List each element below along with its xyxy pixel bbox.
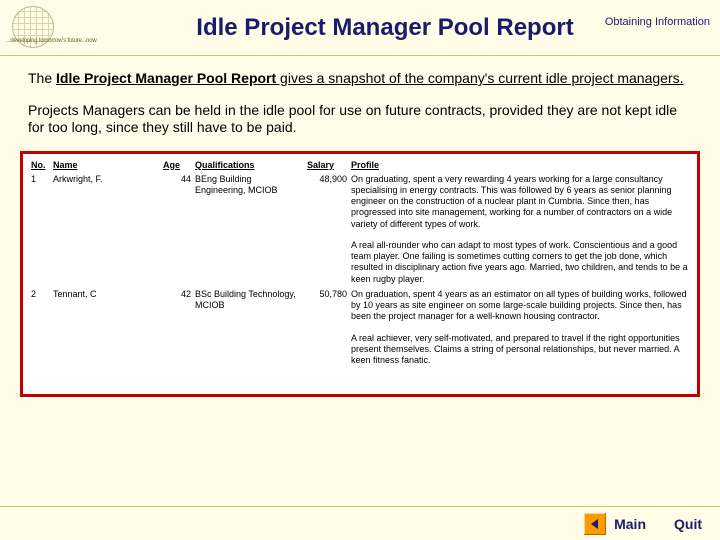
- breadcrumb: Obtaining Information: [605, 16, 710, 28]
- cell-no: 2: [29, 287, 51, 369]
- cell-no: 1: [29, 172, 51, 287]
- quit-button[interactable]: Quit: [672, 516, 710, 532]
- main-button[interactable]: Main: [612, 516, 654, 532]
- profile-b: A real all-rounder who can adapt to most…: [351, 240, 689, 285]
- table-row: 1 Arkwright, F. 44 BEng Building Enginee…: [29, 172, 691, 287]
- cell-qual: BEng Building Engineering, MCIOB: [193, 172, 305, 287]
- intro1-title: Idle Project Manager Pool Report: [56, 70, 276, 86]
- profile-b: A real achiever, very self-motivated, an…: [351, 333, 689, 367]
- col-age: Age: [161, 158, 193, 172]
- back-arrow-icon[interactable]: [584, 513, 606, 535]
- report-table: No. Name Age Qualifications Salary Profi…: [29, 158, 691, 369]
- main-nav[interactable]: Main: [584, 511, 654, 537]
- intro-paragraph-2: Projects Managers can be held in the idl…: [28, 102, 692, 137]
- footer: Main Quit: [0, 506, 720, 540]
- cell-salary: 50,780: [305, 287, 349, 369]
- cell-age: 42: [161, 287, 193, 369]
- profile-a: On graduating, spent a very rewarding 4 …: [351, 174, 672, 229]
- tagline: ...developing tomorrow's future...now: [6, 38, 96, 44]
- intro1-prefix: The: [28, 70, 56, 86]
- report-box: No. Name Age Qualifications Salary Profi…: [20, 151, 700, 397]
- cell-name: Tennant, C: [51, 287, 161, 369]
- table-row: 2 Tennant, C 42 BSc Building Technology,…: [29, 287, 691, 369]
- col-profile: Profile: [349, 158, 691, 172]
- profile-a: On graduation, spent 4 years as an estim…: [351, 289, 687, 322]
- cell-qual: BSc Building Technology, MCIOB: [193, 287, 305, 369]
- intro-paragraph-1: The Idle Project Manager Pool Report giv…: [28, 70, 692, 88]
- col-qual: Qualifications: [193, 158, 305, 172]
- content: The Idle Project Manager Pool Report giv…: [0, 56, 720, 137]
- cell-name: Arkwright, F.: [51, 172, 161, 287]
- header: ...developing tomorrow's future...now Id…: [0, 0, 720, 56]
- col-salary: Salary: [305, 158, 349, 172]
- col-name: Name: [51, 158, 161, 172]
- intro1-rest: gives a snapshot of the company's curren…: [276, 70, 683, 86]
- cell-profile: On graduation, spent 4 years as an estim…: [349, 287, 691, 369]
- cell-age: 44: [161, 172, 193, 287]
- logo: ...developing tomorrow's future...now: [0, 0, 110, 56]
- nav-group: Main Quit: [580, 511, 710, 537]
- table-header-row: No. Name Age Qualifications Salary Profi…: [29, 158, 691, 172]
- cell-profile: On graduating, spent a very rewarding 4 …: [349, 172, 691, 287]
- cell-salary: 48,900: [305, 172, 349, 287]
- col-no: No.: [29, 158, 51, 172]
